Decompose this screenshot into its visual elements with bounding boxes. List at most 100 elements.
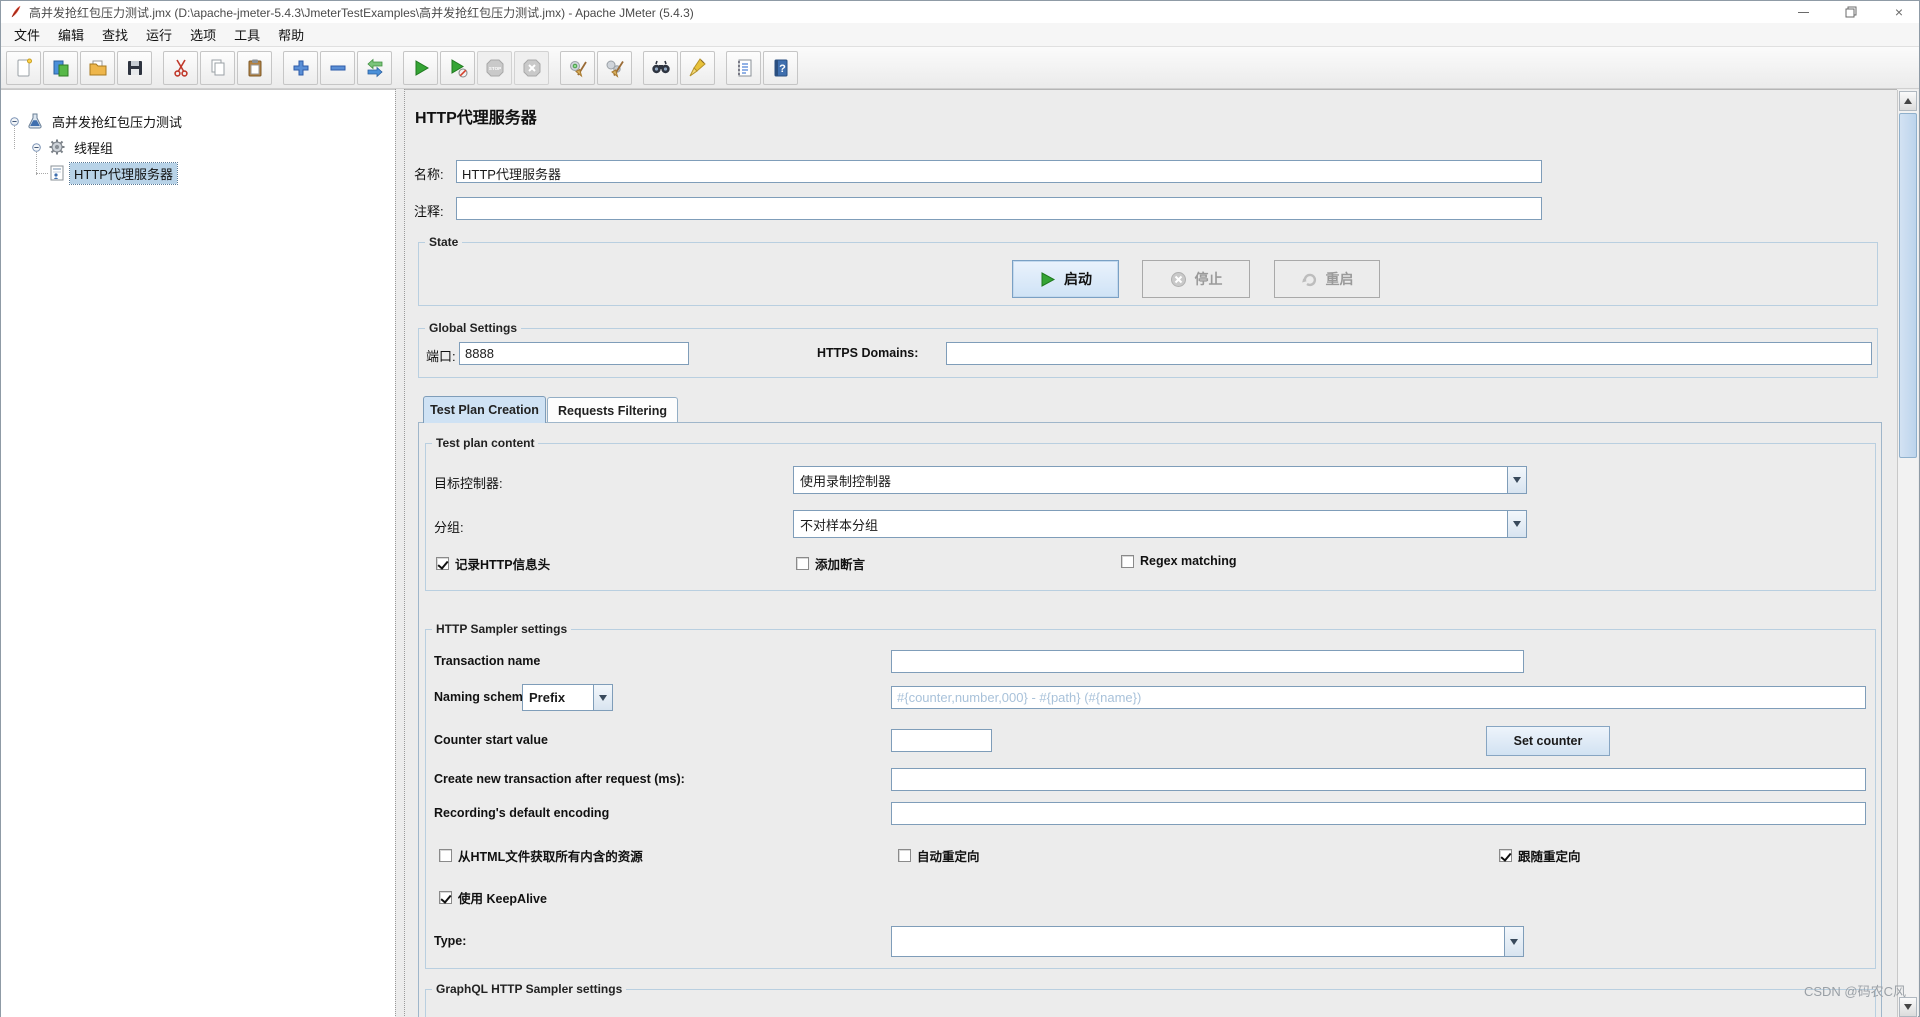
checkbox-label: 添加断言 [815,558,866,572]
grouping-select[interactable]: 不对样本分组 [793,510,1527,538]
menu-file[interactable]: 文件 [5,23,49,46]
start-proxy-button[interactable]: 启动 [1012,260,1119,298]
checkbox-icon [1121,554,1134,568]
stop-button[interactable]: STOP [477,50,512,85]
https-domains-input[interactable] [946,342,1872,365]
menu-run[interactable]: 运行 [137,23,181,46]
restore-icon [1845,6,1857,18]
open-button[interactable] [80,50,115,85]
cut-button[interactable] [163,50,198,85]
checkbox-icon [439,891,452,904]
split-divider[interactable] [395,89,405,1017]
tree-item-proxy-server[interactable]: HTTP代理服务器 [48,161,178,185]
clipboard-icon [248,59,261,76]
counter-start-label: Counter start value [434,733,548,747]
tab-requests-filtering[interactable]: Requests Filtering [547,397,678,423]
toolbar: STOP ? [1,47,1919,89]
regex-matching-checkbox[interactable]: Regex matching [1121,554,1237,568]
target-controller-select[interactable]: 使用录制控制器 [793,466,1527,494]
menu-search[interactable]: 查找 [93,23,137,46]
global-settings-title: Global Settings [425,321,522,335]
follow-redirects-checkbox[interactable]: 跟随重定向 [1499,846,1581,865]
clear-all-button[interactable] [597,50,632,85]
gear-broom-icon [569,60,587,77]
tree-item-test-plan[interactable]: 高并发抢红包压力测试 [9,110,186,132]
close-button[interactable]: × [1889,3,1909,21]
stop-proxy-label: 停止 [1194,271,1223,287]
arrow-up-icon [1904,98,1912,104]
tab-content-panel: Test plan content 目标控制器: 使用录制控制器 分组: 不对样… [418,422,1882,1017]
help-button[interactable]: ? [763,50,798,85]
tab-label: Requests Filtering [557,403,668,418]
type-select[interactable] [891,926,1524,957]
create-transaction-input[interactable] [891,768,1866,791]
http-sampler-settings-group: HTTP Sampler settings Transaction name N… [425,622,1876,969]
menu-edit[interactable]: 编辑 [49,23,93,46]
tree-item-thread-group[interactable]: 线程组 [31,136,117,158]
checkbox-label: 自动重定向 [917,850,980,864]
port-input[interactable]: 8888 [459,342,689,365]
name-input[interactable]: HTTP代理服务器 [456,160,1542,183]
start-no-pauses-button[interactable] [440,50,475,85]
play-icon [1041,271,1056,287]
recording-encoding-input[interactable] [891,802,1866,825]
plus-icon [293,60,308,75]
restart-icon [1301,273,1316,286]
play-icon [415,59,429,76]
grouping-label: 分组: [434,520,464,535]
collapse-handle-icon[interactable] [9,116,20,127]
minimize-button[interactable] [1793,3,1813,21]
clear-search-button[interactable] [680,50,715,85]
record-http-headers-checkbox[interactable]: 记录HTTP信息头 [436,554,550,573]
templates-button[interactable] [43,50,78,85]
jmeter-feather-icon [11,5,21,18]
watermark: CSDN @码农C风 [1803,984,1906,999]
naming-format-input[interactable]: #{counter,number,000} - #{path} (#{name}… [891,686,1866,709]
tree-item-label: HTTP代理服务器 [69,161,178,185]
collapse-handle-icon[interactable] [31,142,42,153]
comment-input[interactable] [456,197,1542,220]
counter-start-input[interactable] [891,729,992,752]
auto-redirect-checkbox[interactable]: 自动重定向 [898,846,980,865]
gear-broom-all-icon [606,60,624,78]
tree-item-label: 高并发抢红包压力测试 [52,114,183,130]
naming-scheme-select[interactable]: Prefix [522,684,613,711]
clear-button[interactable] [560,50,595,85]
menu-options[interactable]: 选项 [181,23,225,46]
start-button[interactable] [403,50,438,85]
port-label: 端口: [426,349,456,364]
scroll-up-button[interactable] [1899,91,1917,111]
menu-tools[interactable]: 工具 [225,23,269,46]
search-button[interactable] [643,50,678,85]
set-counter-button[interactable]: Set counter [1486,726,1610,756]
stop-proxy-button[interactable]: 停止 [1142,260,1250,298]
retrieve-embedded-resources-checkbox[interactable]: 从HTML文件获取所有内含的资源 [439,846,643,865]
keepalive-checkbox[interactable]: 使用 KeepAlive [439,888,547,907]
vertical-scrollbar[interactable] [1897,90,1918,1017]
scrollbar-thumb[interactable] [1899,113,1917,458]
new-file-icon [17,58,32,76]
chevron-down-icon [1507,467,1526,493]
toggle-button[interactable] [357,50,392,85]
chevron-down-icon [593,685,612,710]
arrow-down-icon [1904,1004,1912,1010]
shutdown-button[interactable] [514,50,549,85]
copy-button[interactable] [200,50,235,85]
restore-button[interactable] [1841,3,1861,21]
open-folder-icon [89,60,106,75]
transaction-name-input[interactable] [891,650,1524,673]
tab-test-plan-creation[interactable]: Test Plan Creation [423,396,546,423]
remove-button[interactable] [320,50,355,85]
stop-sign-icon: STOP [486,59,503,76]
new-button[interactable] [6,50,41,85]
scroll-down-button[interactable] [1899,997,1917,1017]
svg-text:?: ? [779,63,786,75]
restart-proxy-button[interactable]: 重启 [1274,260,1380,298]
add-assertions-checkbox[interactable]: 添加断言 [796,554,865,573]
add-button[interactable] [283,50,318,85]
function-helper-button[interactable] [726,50,761,85]
type-label: Type: [434,934,467,948]
menu-help[interactable]: 帮助 [269,23,313,46]
save-button[interactable] [117,50,152,85]
paste-button[interactable] [237,50,272,85]
